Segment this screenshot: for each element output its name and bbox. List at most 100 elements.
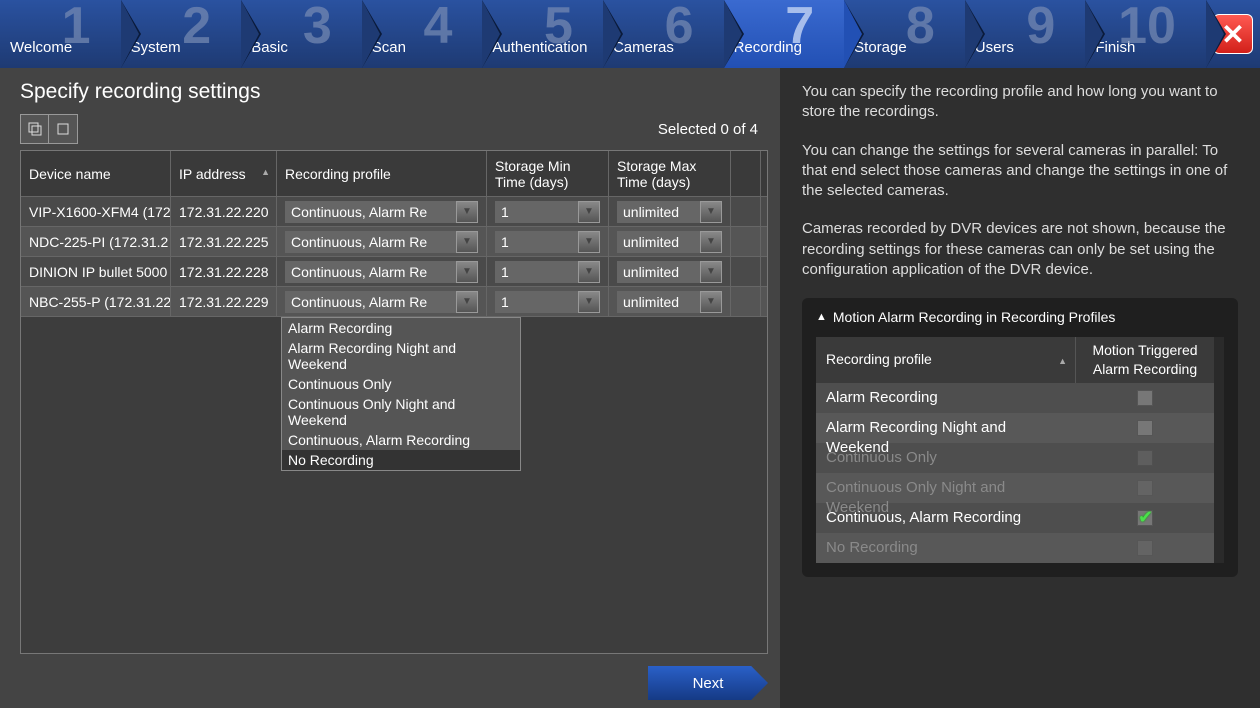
cell-ip: 172.31.22.220: [171, 197, 277, 226]
dropdown-option[interactable]: Continuous, Alarm Recording: [282, 430, 520, 450]
cell-ip: 172.31.22.229: [171, 287, 277, 316]
table-row[interactable]: DINION IP bullet 5000172.31.22.228Contin…: [21, 257, 767, 287]
motion-checkbox: [1137, 450, 1153, 466]
cell-min: 1: [487, 257, 609, 286]
panel-title: Motion Alarm Recording in Recording Prof…: [833, 308, 1115, 327]
min-value: 1: [495, 261, 578, 283]
step-label: Authentication: [492, 39, 587, 56]
panel-col-motion[interactable]: Motion Triggered Alarm Recording: [1076, 337, 1214, 383]
panel-profile-name: Continuous, Alarm Recording: [816, 503, 1076, 533]
min-value: 1: [495, 291, 578, 313]
panel-header[interactable]: ▲ Motion Alarm Recording in Recording Pr…: [816, 308, 1224, 327]
panel-profile-name: Continuous Only: [816, 443, 1076, 473]
min-dropdown-button[interactable]: [578, 201, 600, 223]
step-label: Welcome: [10, 39, 72, 56]
max-dropdown-button[interactable]: [700, 201, 722, 223]
motion-checkbox[interactable]: [1137, 510, 1153, 526]
cell-profile: Continuous, Alarm Re: [277, 257, 487, 286]
panel-checkbox-cell: [1076, 383, 1214, 413]
table-row[interactable]: NBC-255-P (172.31.22172.31.22.229Continu…: [21, 287, 767, 317]
cell-max: unlimited: [609, 287, 731, 316]
panel-row: Alarm Recording Night and Weekend: [816, 413, 1214, 443]
panel-profile-name: No Recording: [816, 533, 1076, 563]
cell-profile: Continuous, Alarm Re: [277, 287, 487, 316]
panel-checkbox-cell: [1076, 503, 1214, 533]
panel-checkbox-cell: [1076, 443, 1214, 473]
cell-device: DINION IP bullet 5000: [21, 257, 171, 286]
min-dropdown-button[interactable]: [578, 291, 600, 313]
profile-dropdown-button[interactable]: [456, 261, 478, 283]
cell-profile: Continuous, Alarm Re: [277, 227, 487, 256]
copy-icon: [55, 121, 71, 137]
dropdown-option[interactable]: Continuous Only Night and Weekend: [282, 394, 520, 430]
min-value: 1: [495, 201, 578, 223]
deselect-all-button[interactable]: [49, 115, 77, 143]
cell-profile: Continuous, Alarm Re: [277, 197, 487, 226]
panel-row: Continuous, Alarm Recording: [816, 503, 1214, 533]
step-label: Recording: [734, 39, 802, 56]
help-text: You can specify the recording profile an…: [802, 82, 1238, 123]
profile-value: Continuous, Alarm Re: [285, 261, 456, 283]
copy-stack-icon: [27, 121, 43, 137]
cell-device: NBC-255-P (172.31.22: [21, 287, 171, 316]
main-content: Specify recording settings Selected 0 of…: [0, 68, 780, 708]
table-row[interactable]: VIP-X1600-XFM4 (172172.31.22.220Continuo…: [21, 197, 767, 227]
next-button[interactable]: Next: [648, 666, 768, 700]
motion-checkbox[interactable]: [1137, 390, 1153, 406]
max-dropdown-button[interactable]: [700, 231, 722, 253]
dropdown-option[interactable]: Alarm Recording Night and Weekend: [282, 338, 520, 374]
cell-device: VIP-X1600-XFM4 (172: [21, 197, 171, 226]
wizard-nav: 1Welcome2System3Basic4Scan5Authenticatio…: [0, 0, 1260, 68]
cell-min: 1: [487, 227, 609, 256]
cell-max: unlimited: [609, 257, 731, 286]
max-value: unlimited: [617, 201, 700, 223]
profile-dropdown-button[interactable]: [456, 201, 478, 223]
help-text: You can change the settings for several …: [802, 141, 1238, 202]
step-number: 8: [906, 0, 935, 52]
motion-checkbox: [1137, 540, 1153, 556]
cell-min: 1: [487, 287, 609, 316]
panel-row: Continuous Only: [816, 443, 1214, 473]
max-value: unlimited: [617, 261, 700, 283]
col-ip[interactable]: IP address: [171, 151, 277, 196]
table-row[interactable]: NDC-225-PI (172.31.2172.31.22.225 Continu…: [21, 227, 767, 257]
col-device[interactable]: Device name: [21, 151, 171, 196]
max-dropdown-button[interactable]: [700, 291, 722, 313]
cell-spacer: [731, 257, 761, 286]
scrollbar[interactable]: [1214, 337, 1224, 563]
motion-alarm-panel: ▲ Motion Alarm Recording in Recording Pr…: [802, 298, 1238, 577]
recording-profile-dropdown[interactable]: Alarm RecordingAlarm Recording Night and…: [281, 317, 521, 471]
panel-profile-name: Alarm Recording Night and Weekend: [816, 413, 1076, 443]
cell-min: 1: [487, 197, 609, 226]
min-dropdown-button[interactable]: [578, 261, 600, 283]
max-value: unlimited: [617, 291, 700, 313]
panel-checkbox-cell: [1076, 533, 1214, 563]
step-number: 9: [1026, 0, 1055, 52]
profile-dropdown-button[interactable]: [456, 231, 478, 253]
panel-checkbox-cell: [1076, 413, 1214, 443]
wizard-step-welcome[interactable]: 1Welcome: [0, 0, 121, 68]
panel-row: No Recording: [816, 533, 1214, 563]
profile-dropdown-button[interactable]: [456, 291, 478, 313]
dropdown-option[interactable]: Continuous Only: [282, 374, 520, 394]
col-profile[interactable]: Recording profile: [277, 151, 487, 196]
help-text: Cameras recorded by DVR devices are not …: [802, 219, 1238, 280]
min-dropdown-button[interactable]: [578, 231, 600, 253]
cell-device: NDC-225-PI (172.31.2: [21, 227, 171, 256]
help-panel: You can specify the recording profile an…: [780, 68, 1260, 708]
col-max[interactable]: Storage Max Time (days): [609, 151, 731, 196]
col-min[interactable]: Storage Min Time (days): [487, 151, 609, 196]
panel-col-profile[interactable]: Recording profile: [816, 337, 1076, 383]
chevron-up-icon: ▲: [816, 310, 827, 325]
select-all-button[interactable]: [21, 115, 49, 143]
step-number: 3: [303, 0, 332, 52]
dropdown-option[interactable]: No Recording: [282, 450, 520, 470]
cell-ip: 172.31.22.225: [171, 227, 277, 256]
motion-checkbox[interactable]: [1137, 420, 1153, 436]
min-value: 1: [495, 231, 578, 253]
max-dropdown-button[interactable]: [700, 261, 722, 283]
cell-max: unlimited: [609, 227, 731, 256]
profile-value: Continuous, Alarm Re: [285, 231, 456, 253]
dropdown-option[interactable]: Alarm Recording: [282, 318, 520, 338]
page-title: Specify recording settings: [20, 80, 768, 104]
